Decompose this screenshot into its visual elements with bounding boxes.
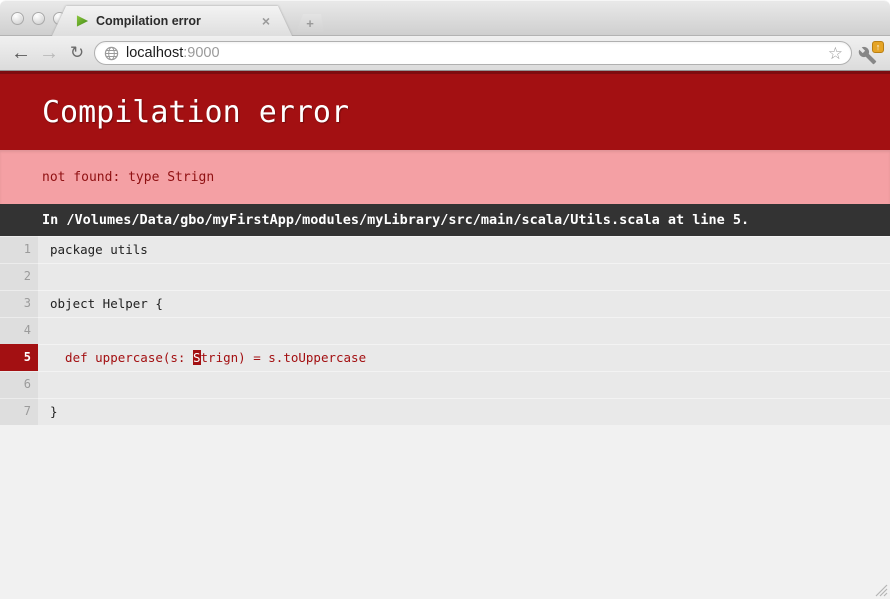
code-line: 6 [0,371,890,398]
line-code [38,317,50,344]
url-port: :9000 [183,45,219,61]
line-number: 5 [0,344,38,371]
error-marker: S [193,350,201,365]
update-badge: ↑ [872,41,884,53]
line-code: } [38,398,58,425]
code-line: 7} [0,398,890,425]
address-bar[interactable]: localhost:9000 ☆ [94,41,852,65]
page-title: Compilation error [0,71,890,150]
resize-grip-icon[interactable] [873,582,888,597]
code-line: 3object Helper { [0,290,890,317]
line-code [38,371,50,398]
line-code: object Helper { [38,290,163,317]
forward-icon[interactable]: → [36,39,62,67]
line-number: 6 [0,371,38,398]
reload-icon[interactable]: ↻ [64,39,90,67]
line-number: 2 [0,263,38,290]
line-number: 4 [0,317,38,344]
tab-compilation-error[interactable]: Compilation error × [52,6,292,36]
window-minimize-button[interactable] [32,12,45,25]
url-host: localhost [126,45,183,61]
menu-wrench-button[interactable]: ↑ [858,43,884,65]
tab-title: Compilation error [96,14,254,28]
browser-toolbar: ← → ↻ localhost:9000 ☆ ↑ [0,36,890,71]
line-code [38,263,50,290]
code-line: 4 [0,317,890,344]
code-line-error: 5 def uppercase(s: Strign) = s.toUpperca… [0,344,890,371]
tab-close-icon[interactable]: × [262,14,270,28]
back-icon[interactable]: ← [8,39,34,67]
page-background [0,425,890,599]
line-number: 7 [0,398,38,425]
bookmark-star-icon[interactable]: ☆ [828,45,843,62]
error-location: In /Volumes/Data/gbo/myFirstApp/modules/… [0,204,890,236]
code-line: 2 [0,263,890,290]
line-number: 3 [0,290,38,317]
code-listing: 1package utils23object Helper {45 def up… [0,236,890,425]
globe-icon [104,46,119,61]
line-code: def uppercase(s: Strign) = s.toUppercase [38,344,366,371]
new-tab-icon: + [306,17,314,30]
browser-window: Compilation error × + ← → ↻ localhost:90… [0,0,890,599]
line-number: 1 [0,236,38,263]
code-line: 1package utils [0,236,890,263]
play-favicon-icon [76,14,89,28]
new-tab-button[interactable]: + [296,14,324,32]
error-message: not found: type Strign [0,150,890,204]
window-close-button[interactable] [11,12,24,25]
line-code: package utils [38,236,148,263]
tab-strip: Compilation error × + [0,0,890,36]
